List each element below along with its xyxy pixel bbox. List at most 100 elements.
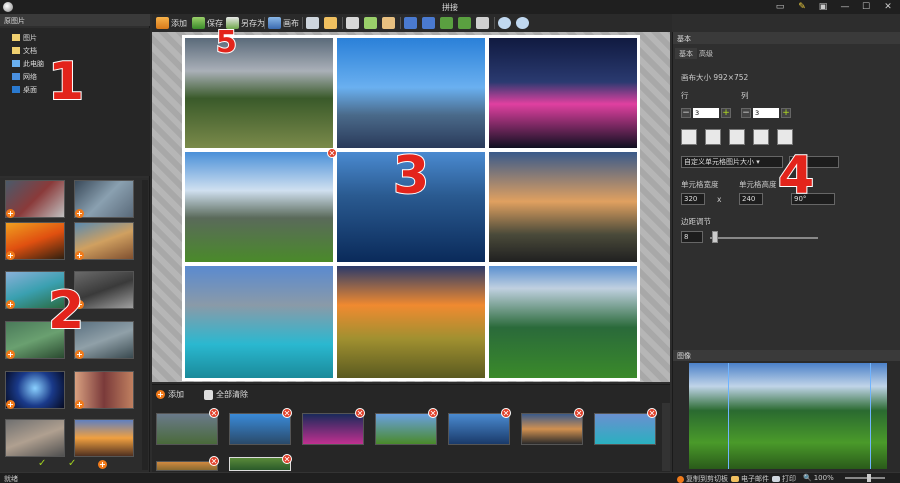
flip-vertical-button[interactable] xyxy=(404,15,417,31)
thumbnail[interactable]: + xyxy=(74,180,134,218)
resize-button[interactable] xyxy=(476,15,489,31)
layout-grid-icon[interactable] xyxy=(681,129,697,145)
remove-icon[interactable]: ✕ xyxy=(355,408,365,418)
rows-stepper[interactable]: − 3 + xyxy=(681,107,731,118)
print-status-button[interactable]: 打印 xyxy=(772,474,796,483)
margin-slider-thumb[interactable] xyxy=(712,231,719,243)
email-status-button[interactable]: 电子邮件 xyxy=(731,474,769,483)
collage-cell[interactable] xyxy=(337,38,485,148)
remove-icon[interactable]: ✕ xyxy=(501,408,511,418)
layout-grid-icon[interactable] xyxy=(705,129,721,145)
pencil-icon[interactable]: ✎ xyxy=(797,2,807,12)
crop-guide[interactable] xyxy=(728,363,729,469)
strip-thumbnail[interactable]: ✕ xyxy=(375,408,438,445)
cols-increment-button[interactable]: + xyxy=(781,107,791,118)
copy-clipboard-button[interactable]: 复制到剪切板 xyxy=(677,474,728,483)
delete-cell-icon[interactable]: ✕ xyxy=(327,148,337,158)
add-plus-icon[interactable]: + xyxy=(75,400,84,409)
minimize-button[interactable]: — xyxy=(840,2,850,12)
remove-icon[interactable]: ✕ xyxy=(282,408,292,418)
add-plus-icon[interactable]: + xyxy=(6,350,15,359)
layout-grid-icon[interactable] xyxy=(753,129,769,145)
strip-thumbnail[interactable]: ✕ xyxy=(229,408,292,445)
strip-thumbnail[interactable]: ✕ xyxy=(521,408,584,445)
layout-grid-icon[interactable] xyxy=(777,129,793,145)
check-icon[interactable]: ✓ xyxy=(38,458,46,469)
cols-stepper[interactable]: − 3 + xyxy=(741,107,791,118)
remove-icon[interactable]: ✕ xyxy=(574,408,584,418)
add-plus-icon[interactable]: + xyxy=(75,350,84,359)
tab-advanced[interactable]: 高级 xyxy=(695,48,717,59)
collage-cell[interactable] xyxy=(337,266,485,378)
tree-item-this-pc[interactable]: 此电脑 xyxy=(12,58,44,69)
canvas-button[interactable]: 画布 xyxy=(268,15,299,31)
cell-width-input[interactable]: 320 xyxy=(681,193,705,205)
cell-mode-select[interactable]: 自定义单元格图片大小 ▾ xyxy=(681,156,783,168)
rows-decrement-button[interactable]: − xyxy=(681,107,691,118)
strip-thumbnail[interactable]: ✕ xyxy=(302,408,365,445)
check-icon[interactable]: ✓ xyxy=(68,458,76,469)
strip-thumbnail[interactable]: ✕ xyxy=(448,408,511,445)
thumbnail[interactable]: + xyxy=(5,180,65,218)
email-button[interactable] xyxy=(324,15,337,31)
cut-button[interactable] xyxy=(346,15,359,31)
crop-guide[interactable] xyxy=(870,363,871,469)
strip-scrollbar[interactable] xyxy=(662,403,670,471)
remove-icon[interactable]: ✕ xyxy=(647,408,657,418)
remove-icon[interactable]: ✕ xyxy=(209,456,219,466)
collage-cell[interactable] xyxy=(489,38,637,148)
remove-icon[interactable]: ✕ xyxy=(209,408,219,418)
tab-basic[interactable]: 基本 xyxy=(675,48,697,59)
strip-thumbnail[interactable]: ✕ xyxy=(594,408,657,445)
remove-icon[interactable]: ✕ xyxy=(282,454,292,464)
rotate-left-button[interactable] xyxy=(440,15,453,31)
thumbnail[interactable]: + xyxy=(74,222,134,260)
flip-horizontal-button[interactable] xyxy=(422,15,435,31)
add-plus-icon[interactable]: + xyxy=(6,251,15,260)
rotate-right-button[interactable] xyxy=(458,15,471,31)
cell-height-input[interactable]: 240 xyxy=(739,193,763,205)
menu-icon[interactable]: ▭ xyxy=(775,2,785,12)
thumbnail[interactable]: + xyxy=(5,371,65,409)
zoom-out-button[interactable] xyxy=(516,15,529,31)
zoom-slider[interactable] xyxy=(845,474,885,482)
paste-button[interactable] xyxy=(382,15,395,31)
collage-cell[interactable] xyxy=(489,152,637,262)
print-button[interactable] xyxy=(306,15,319,31)
tree-item-network[interactable]: 网络 xyxy=(12,71,37,82)
thumbnail[interactable]: + xyxy=(5,222,65,260)
strip-add-button[interactable]: + 添加 xyxy=(156,389,184,400)
thumbnail[interactable] xyxy=(5,419,65,457)
thumbnail-scrollbar[interactable] xyxy=(142,180,148,470)
strip-thumbnail[interactable]: ✕ xyxy=(229,454,292,471)
collage-cell[interactable] xyxy=(185,152,333,262)
rows-input[interactable]: 3 xyxy=(693,107,719,118)
cols-input[interactable]: 3 xyxy=(753,107,779,118)
add-plus-icon[interactable]: + xyxy=(98,460,107,469)
thumbnail[interactable] xyxy=(74,419,134,457)
collage-cell[interactable] xyxy=(185,266,333,378)
collage-cell[interactable] xyxy=(489,266,637,378)
margin-input[interactable]: 8 xyxy=(681,231,703,243)
remove-icon[interactable]: ✕ xyxy=(428,408,438,418)
add-plus-icon[interactable]: + xyxy=(6,400,15,409)
copy-button[interactable] xyxy=(364,15,377,31)
rows-increment-button[interactable]: + xyxy=(721,107,731,118)
tree-item-desktop[interactable]: 桌面 xyxy=(12,84,37,95)
tree-item-documents[interactable]: 文档 xyxy=(12,45,37,56)
clear-all-button[interactable]: 全部清除 xyxy=(204,389,248,400)
margin-slider-track[interactable] xyxy=(710,237,818,239)
strip-thumbnail[interactable]: ✕ xyxy=(156,408,219,445)
help-icon[interactable]: ▣ xyxy=(818,2,828,12)
maximize-button[interactable]: ☐ xyxy=(861,2,871,12)
add-plus-icon[interactable]: + xyxy=(6,300,15,309)
add-plus-icon[interactable]: + xyxy=(75,209,84,218)
add-plus-icon[interactable]: + xyxy=(6,209,15,218)
cols-decrement-button[interactable]: − xyxy=(741,107,751,118)
layout-grid-icon[interactable] xyxy=(729,129,745,145)
tree-item-pictures[interactable]: 图片 xyxy=(12,32,37,43)
thumbnail[interactable]: + xyxy=(74,371,134,409)
collage-cell[interactable] xyxy=(185,38,333,148)
close-button[interactable]: ✕ xyxy=(883,2,893,12)
add-button[interactable]: 添加 xyxy=(156,15,187,31)
